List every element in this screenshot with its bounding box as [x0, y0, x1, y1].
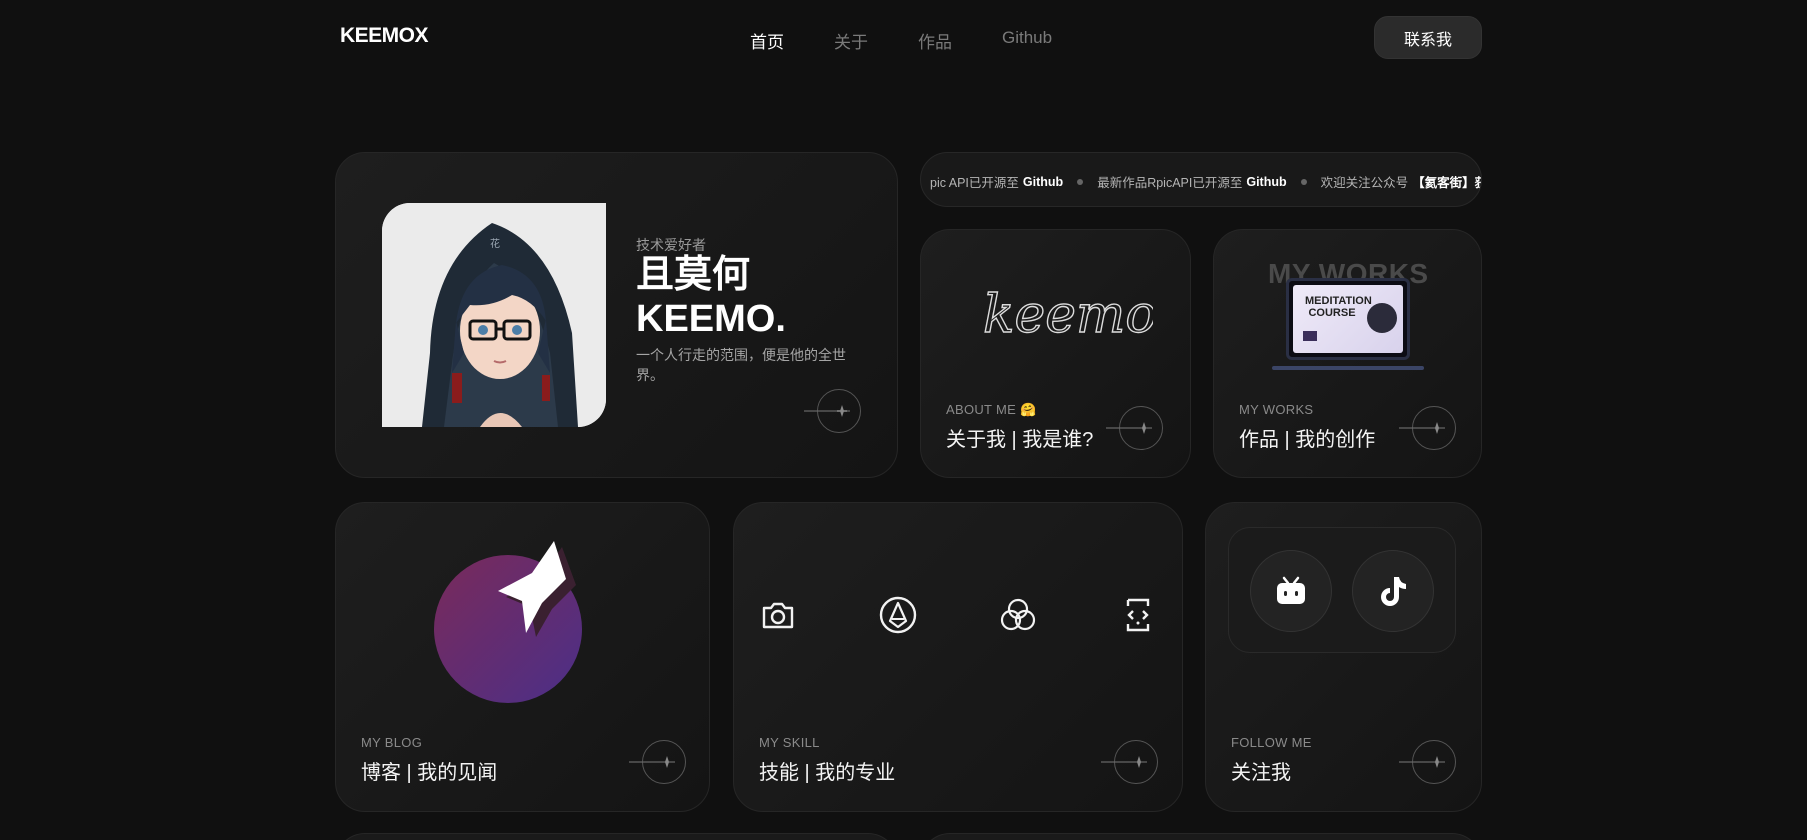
about-card[interactable]: keemo ABOUT ME 🤗 关于我 | 我是谁? [920, 229, 1191, 478]
star-badge-icon [434, 541, 582, 703]
profile-name-en: KEEMO. [636, 298, 786, 340]
skill-title: 技能 | 我的专业 [759, 762, 896, 784]
nav-works[interactable]: 作品 [918, 28, 952, 53]
anime-avatar-icon: 花 [382, 203, 606, 427]
blog-title: 博客 | 我的见闻 [361, 762, 498, 784]
color-circles-icon [1000, 598, 1036, 631]
nav-github[interactable]: Github [1002, 28, 1052, 53]
arrow-icon [1106, 422, 1152, 434]
about-subtitle: ABOUT ME 🤗 [946, 402, 1037, 417]
signature-icon: keemo [982, 284, 1153, 345]
announcement-ticker: pic API已开源至 Github 最新作品RpicAPI已开源至 Github … [920, 152, 1482, 207]
tiktok-button[interactable] [1352, 550, 1434, 632]
ticker-item[interactable]: pic API已开源至 Github [930, 172, 1063, 191]
profile-name-cn: 且莫何 [636, 254, 751, 296]
profile-tag: 技术爱好者 [636, 237, 706, 253]
arrow-icon [1399, 422, 1445, 434]
profile-arrow-button[interactable] [804, 389, 861, 433]
about-title: 关于我 | 我是谁? [946, 429, 1094, 451]
ticker-item[interactable]: 欢迎关注公众号 【氦客街】获 [1321, 172, 1481, 191]
avatar: 花 [382, 203, 606, 427]
camera-icon [762, 602, 794, 629]
skill-arrow-button[interactable] [1101, 740, 1158, 784]
ticker-dot [1300, 178, 1307, 185]
site-header: KEEMOX 首页 关于 作品 Github 联系我 [0, 0, 1807, 76]
about-arrow-button[interactable] [1106, 406, 1163, 450]
bilibili-icon [1277, 576, 1305, 604]
works-title: 作品 | 我的创作 [1239, 429, 1376, 451]
next-card-left [335, 833, 898, 840]
skill-subtitle: MY SKILL [759, 735, 820, 750]
ticker-track: pic API已开源至 Github 最新作品RpicAPI已开源至 Github … [930, 172, 1481, 191]
nav-about[interactable]: 关于 [834, 28, 868, 53]
profile-name: 且莫何 KEEMO. [636, 253, 786, 341]
blog-subtitle: MY BLOG [361, 735, 423, 750]
arrow-icon [1101, 756, 1147, 768]
laptop-preview: MEDITATION COURSE [1286, 278, 1410, 360]
works-card[interactable]: MY WORKS MEDITATION COURSE MY WORKS 作品 |… [1213, 229, 1482, 478]
profile-card[interactable]: 花 技术爱好者 且莫何 KEEMO. 一个人行走的范围，便是他的全世界。 [335, 152, 898, 478]
works-arrow-button[interactable] [1399, 406, 1456, 450]
social-links-box [1228, 527, 1456, 653]
site-logo[interactable]: KEEMOX [340, 24, 429, 48]
follow-subtitle: FOLLOW ME [1231, 735, 1312, 750]
follow-arrow-button[interactable] [1399, 740, 1456, 784]
svg-text:keemo: keemo [983, 285, 1153, 345]
contact-button[interactable]: 联系我 [1374, 16, 1482, 59]
svg-text:花: 花 [490, 237, 500, 250]
code-brackets-icon [1126, 598, 1150, 632]
works-subtitle: MY WORKS [1239, 402, 1314, 417]
laptop-preview-title: MEDITATION COURSE [1305, 295, 1372, 319]
blog-card[interactable]: MY BLOG 博客 | 我的见闻 [335, 502, 710, 812]
follow-card[interactable]: FOLLOW ME 关注我 [1205, 502, 1482, 812]
ticker-dot [1077, 178, 1084, 185]
next-card-right [920, 833, 1482, 840]
arrow-icon [1399, 756, 1445, 768]
ticker-item[interactable]: 最新作品RpicAPI已开源至 Github [1097, 172, 1286, 191]
tiktok-icon [1381, 577, 1406, 606]
skill-card[interactable]: MY SKILL 技能 | 我的专业 [733, 502, 1183, 812]
follow-title: 关注我 [1231, 762, 1291, 784]
nav-home[interactable]: 首页 [750, 28, 784, 53]
pen-nib-icon [879, 596, 917, 634]
profile-description: 一个人行走的范围，便是他的全世界。 [636, 347, 846, 383]
arrow-icon [804, 405, 850, 417]
laptop-base [1272, 366, 1424, 370]
blog-arrow-button[interactable] [629, 740, 686, 784]
main-nav: 首页 关于 作品 Github [750, 28, 1102, 53]
bilibili-button[interactable] [1250, 550, 1332, 632]
arrow-icon [629, 756, 675, 768]
